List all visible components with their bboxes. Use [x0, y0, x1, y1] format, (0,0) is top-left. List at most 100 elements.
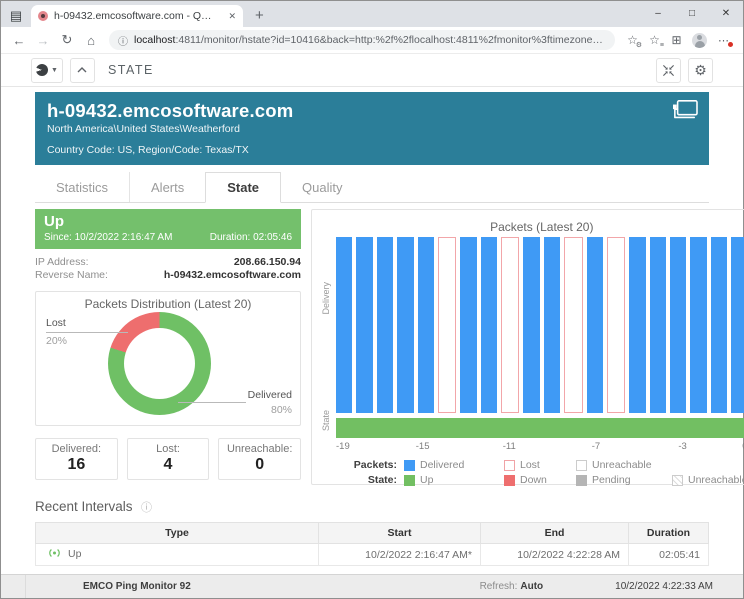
tab-state[interactable]: State	[205, 172, 281, 203]
view-title: STATE	[108, 63, 154, 77]
profile-avatar[interactable]	[692, 33, 707, 48]
column-end: End	[481, 523, 629, 544]
tab-statistics[interactable]: Statistics	[35, 172, 130, 202]
back-icon[interactable]: ←	[9, 33, 29, 48]
packet-bar-delivered	[731, 237, 744, 413]
packet-bar-delivered	[481, 237, 497, 413]
packet-bar-delivered	[629, 237, 645, 413]
collapse-panel-button[interactable]	[70, 58, 95, 83]
view-tabs: StatisticsAlertsStateQuality	[35, 172, 709, 203]
interval-row[interactable]: Up10/2/2022 2:16:47 AM*10/2/2022 4:22:28…	[36, 544, 709, 566]
tab-close-icon[interactable]: ✕	[228, 11, 236, 22]
host-details: IP Address:208.66.150.94Reverse Name:h-0…	[35, 256, 301, 282]
notification-badge	[727, 41, 734, 48]
donut-ring	[108, 312, 211, 415]
page-info-icon[interactable]: ⓘ	[118, 33, 128, 48]
legend-item-lost: Lost	[504, 459, 576, 471]
status-duration: Duration: 02:05:46	[210, 232, 292, 243]
up-signal-icon	[48, 548, 61, 561]
callout-delivered-percent: 80%	[271, 404, 292, 416]
browser-window: ▤ h-09432.emcosoftware.com - Q… ✕ + – □ …	[1, 1, 743, 566]
packet-bar-delivered	[460, 237, 476, 413]
pending-swatch-icon	[576, 475, 587, 486]
settings-button[interactable]: ⚙	[688, 58, 713, 83]
packets-bars	[336, 237, 744, 413]
legend-item-pending: Pending	[576, 474, 672, 486]
browser-menu-icon[interactable]: ⋯	[713, 34, 735, 47]
refresh-value[interactable]: Auto	[520, 581, 543, 592]
callout-lost-label: Lost	[46, 317, 66, 329]
site-favicon-icon	[38, 11, 48, 21]
chevron-down-icon: ▼	[51, 67, 58, 74]
packets-chart-card: Packets (Latest 20) -19-15-11-7-30 Deliv…	[311, 209, 744, 485]
packet-bar-delivered	[356, 237, 372, 413]
x-tick: -11	[503, 441, 516, 452]
browser-tab-strip: ▤ h-09432.emcosoftware.com - Q… ✕ + – □ …	[1, 1, 743, 27]
status-bar-left-cell	[1, 575, 26, 598]
gear-icon: ⚙	[694, 63, 707, 77]
y-label-state: State	[321, 410, 331, 431]
tab-quality[interactable]: Quality	[281, 172, 363, 202]
tab-actions-menu-icon[interactable]: ▤	[5, 8, 27, 24]
favorites-list-icon[interactable]: ☆≡	[645, 33, 664, 47]
packet-bar-delivered	[650, 237, 666, 413]
callout-lost-line	[46, 332, 128, 333]
lost-swatch-icon	[504, 460, 515, 471]
packet-bar-delivered	[544, 237, 560, 413]
info-icon[interactable]: ⓘ	[141, 502, 152, 514]
packet-bar-delivered	[418, 237, 434, 413]
address-bar[interactable]: ⓘ localhost:4811/monitor/hstate?id=10416…	[109, 30, 615, 50]
intervals-body: Up10/2/2022 2:16:47 AM*10/2/2022 4:22:28…	[36, 544, 709, 566]
packet-bar-delivered	[670, 237, 686, 413]
app-brand: EMCO Ping Monitor 92	[83, 581, 191, 592]
new-tab-button[interactable]: +	[255, 7, 264, 24]
tab-alerts[interactable]: Alerts	[130, 172, 205, 202]
close-button[interactable]: ✕	[709, 1, 743, 25]
pie-chart-icon	[36, 64, 48, 76]
collections-icon[interactable]: ⊞	[667, 33, 686, 47]
packet-bar-delivered	[397, 237, 413, 413]
page-content: h-09432.emcosoftware.com North America\U…	[1, 87, 743, 566]
status-box: Up Since: 10/2/2022 2:16:47 AM Duration:…	[35, 209, 301, 249]
legend-group-label: Packets:	[336, 459, 404, 471]
refresh-icon[interactable]: ↻	[57, 32, 77, 48]
detail-row: IP Address:208.66.150.94	[35, 256, 301, 269]
host-header: h-09432.emcosoftware.com North America\U…	[35, 92, 709, 165]
monitor-icon	[670, 99, 700, 128]
x-tick: -3	[678, 441, 686, 452]
callout-delivered-line	[178, 402, 246, 403]
minimize-button[interactable]: –	[641, 1, 675, 25]
host-country: Country Code: US, Region/Code: Texas/TX	[47, 144, 697, 156]
interval-type: Up	[68, 548, 81, 560]
tab-title: h-09432.emcosoftware.com - Q…	[54, 10, 224, 22]
chart-view-dropdown-button[interactable]: ▼	[31, 58, 63, 83]
legend-item-up: Up	[404, 474, 504, 486]
counter-lost: Lost:4	[127, 438, 210, 480]
x-tick: -7	[592, 441, 600, 452]
add-favorite-star-icon[interactable]: ☆⚙	[623, 33, 642, 47]
detail-row: Reverse Name:h-09432.emcosoftware.com	[35, 269, 301, 282]
chevron-up-icon	[77, 67, 87, 73]
counters: Delivered:16Lost:4Unreachable:0	[35, 438, 301, 480]
legend-item-down: Down	[504, 474, 576, 486]
delivered-swatch-icon	[404, 460, 415, 471]
forward-icon: →	[33, 33, 53, 48]
unreachable-state-swatch-icon	[672, 475, 683, 486]
maximize-button[interactable]: □	[675, 1, 709, 25]
app-toolbar: ▼ STATE ⚙	[1, 54, 743, 87]
chart-legend: Packets:DeliveredLostUnreachableState:Up…	[336, 459, 744, 486]
legend-group-label: State:	[336, 474, 404, 486]
legend-item-unreachable-state: Unreachable	[672, 474, 744, 486]
current-time: 10/2/2022 4:22:33 AM	[615, 581, 713, 592]
fullscreen-button[interactable]	[656, 58, 681, 83]
packet-bar-delivered	[377, 237, 393, 413]
interval-end: 10/2/2022 4:22:28 AM	[481, 544, 629, 566]
url-host: localhost	[134, 34, 175, 46]
packet-bar-delivered	[336, 237, 352, 413]
column-duration: Duration	[629, 523, 709, 544]
browser-tab[interactable]: h-09432.emcosoftware.com - Q… ✕	[31, 5, 243, 27]
home-icon[interactable]: ⌂	[81, 33, 101, 48]
url-path: :4811/monitor/hstate?id=10416&back=http:…	[175, 34, 602, 46]
intervals-table: TypeStartEndDuration Up10/2/2022 2:16:47…	[35, 522, 709, 566]
browser-actions: ☆⚙ ☆≡ ⊞ ⋯	[623, 33, 735, 48]
